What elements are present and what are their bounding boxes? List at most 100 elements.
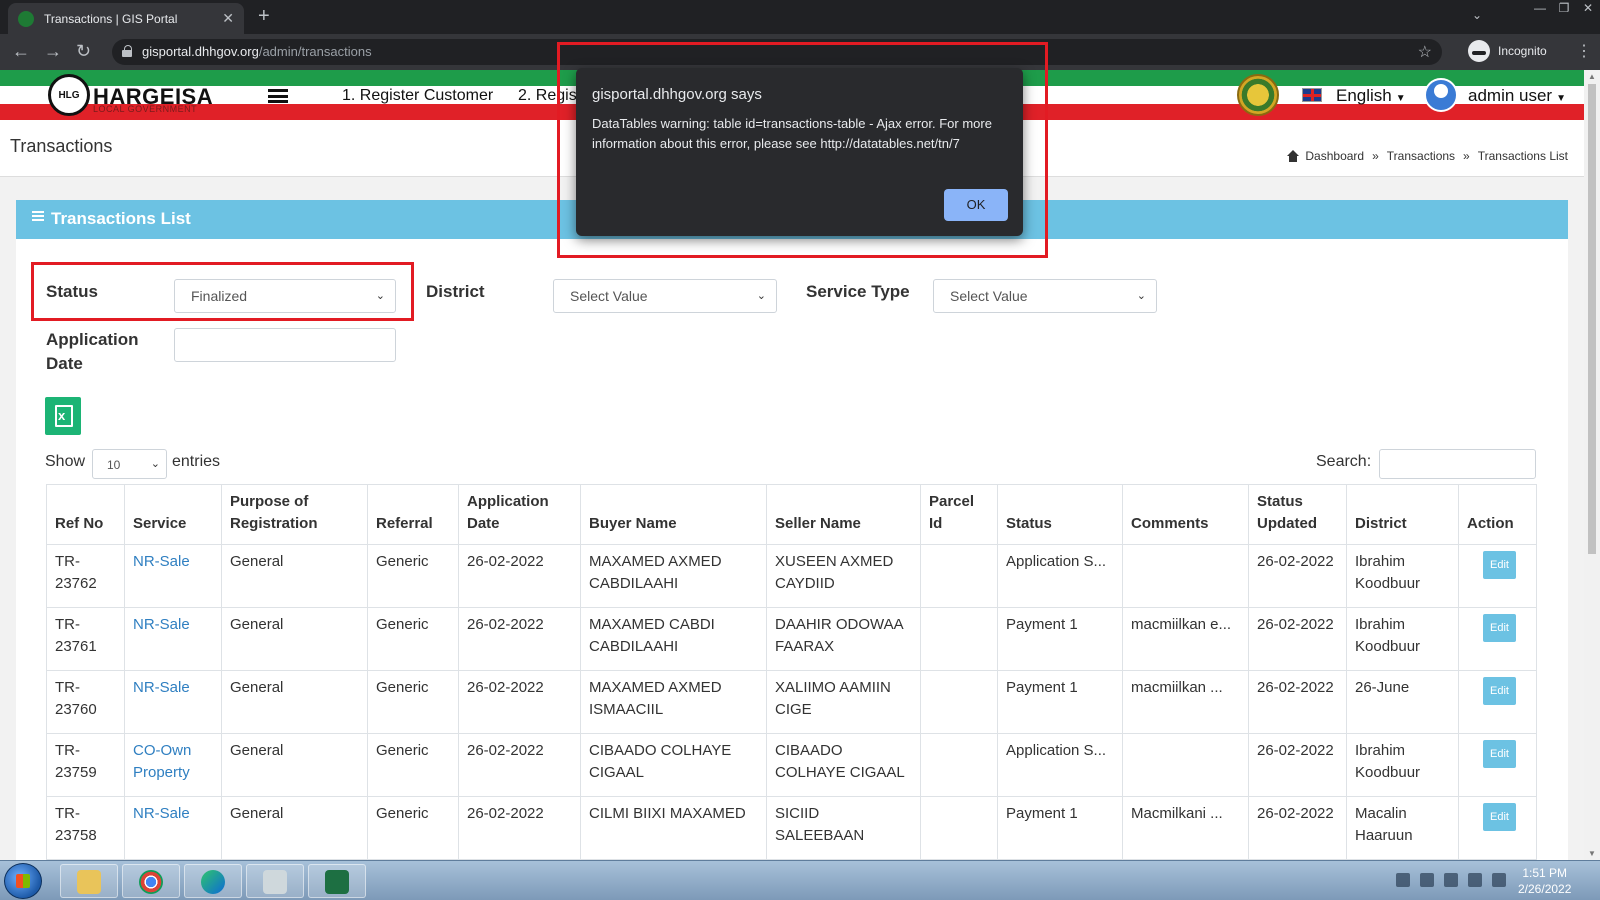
cell-status: Application S... — [997, 544, 1123, 608]
menu-toggle-icon[interactable] — [268, 89, 288, 103]
tab-title: Transactions | GIS Portal — [44, 11, 178, 26]
user-dropdown[interactable]: admin user ▼ — [1468, 86, 1566, 106]
edit-button[interactable]: Edit — [1483, 551, 1516, 579]
search-input[interactable] — [1379, 449, 1536, 479]
close-window-icon[interactable]: ✕ — [1576, 0, 1600, 18]
district-select[interactable]: Select Value ⌄ — [553, 279, 777, 313]
taskbar-clock[interactable]: 1:51 PM 2/26/2022 — [1518, 865, 1571, 897]
cell-status-updated: 26-02-2022 — [1248, 607, 1347, 671]
edit-button[interactable]: Edit — [1483, 677, 1516, 705]
table-row: TR-23758 NR-Sale General Generic 26-02-2… — [46, 796, 1537, 860]
reload-icon[interactable]: ↻ — [76, 41, 91, 62]
service-link[interactable]: NR-Sale — [133, 679, 190, 696]
forward-icon[interactable]: → — [44, 41, 62, 62]
back-icon[interactable]: ← — [12, 41, 30, 62]
cell-purpose: General — [221, 796, 368, 860]
scroll-down-icon: ▼ — [1588, 849, 1596, 858]
column-header-ref-no[interactable]: Ref No — [46, 484, 125, 545]
cell-parcel-id — [920, 796, 998, 860]
battery-icon[interactable] — [1444, 873, 1458, 887]
lock-icon — [122, 45, 132, 57]
table-row: TR-23761 NR-Sale General Generic 26-02-2… — [46, 607, 1537, 671]
chrome-taskbar-button[interactable] — [122, 864, 180, 898]
column-header-parcel-id[interactable]: Parcel Id — [920, 484, 998, 545]
cell-seller-name: XALIIMO AAMIIN CIGE — [766, 670, 921, 734]
window-controls: — ❐ ✕ — [1528, 0, 1600, 18]
logo-icon[interactable]: HLG — [48, 74, 90, 116]
minimize-icon[interactable]: — — [1528, 0, 1552, 18]
bookmark-star-icon[interactable]: ☆ — [1418, 42, 1432, 62]
cell-application-date: 26-02-2022 — [458, 607, 581, 671]
service-type-label: Service Type — [806, 282, 910, 301]
chevron-down-icon: ⌄ — [756, 290, 766, 302]
column-header-buyer-name[interactable]: Buyer Name — [580, 484, 767, 545]
browser-tab[interactable]: Transactions | GIS Portal ✕ — [8, 3, 244, 34]
tab-search-chevron-icon[interactable]: ⌄ — [1472, 8, 1482, 22]
edit-button[interactable]: Edit — [1483, 803, 1516, 831]
network-error-icon[interactable] — [1468, 873, 1482, 887]
menu-item-register-customer[interactable]: 1. Register Customer — [342, 87, 493, 105]
government-seal-icon — [1237, 74, 1279, 116]
cell-comments — [1122, 733, 1249, 797]
column-header-purpose[interactable]: Purpose of Registration — [221, 484, 368, 545]
service-link[interactable]: CO-Own Property — [133, 742, 191, 781]
cell-status-updated: 26-02-2022 — [1248, 670, 1347, 734]
signal-icon[interactable] — [1492, 873, 1506, 887]
cell-ref-no: TR-23761 — [46, 607, 125, 671]
service-type-select[interactable]: Select Value ⌄ — [933, 279, 1157, 313]
district-label: District — [426, 282, 485, 301]
volume-icon[interactable] — [1420, 873, 1434, 887]
application-date-input[interactable] — [174, 328, 396, 362]
column-header-status[interactable]: Status — [997, 484, 1123, 545]
cell-seller-name: XUSEEN AXMED CAYDIID — [766, 544, 921, 608]
restore-icon[interactable]: ❐ — [1552, 0, 1576, 18]
avatar[interactable] — [1424, 78, 1458, 112]
incognito-indicator[interactable]: Incognito — [1468, 40, 1547, 62]
cell-parcel-id — [920, 607, 998, 671]
new-tab-icon[interactable]: + — [258, 5, 270, 28]
cell-district: Ibrahim Koodbuur — [1346, 544, 1459, 608]
entries-label: entries — [172, 453, 221, 470]
cell-application-date: 26-02-2022 — [458, 670, 581, 734]
cell-status: Application S... — [997, 733, 1123, 797]
column-header-referral[interactable]: Referral — [367, 484, 459, 545]
column-header-seller-name[interactable]: Seller Name — [766, 484, 921, 545]
uk-flag-icon — [1302, 88, 1322, 102]
column-header-comments[interactable]: Comments — [1122, 484, 1249, 545]
column-header-status-updated[interactable]: Status Updated — [1248, 484, 1347, 545]
brand-subtitle: LOCAL GOVERNMENT — [93, 104, 198, 114]
cell-buyer-name: CIBAADO COLHAYE CIGAAL — [580, 733, 767, 797]
cell-comments: macmiilkan ... — [1122, 670, 1249, 734]
column-header-action: Action — [1458, 484, 1537, 545]
cell-ref-no: TR-23759 — [46, 733, 125, 797]
breadcrumb-dashboard[interactable]: Dashboard — [1305, 149, 1364, 163]
breadcrumb-transactions[interactable]: Transactions — [1387, 149, 1455, 163]
language-dropdown[interactable]: English ▼ — [1336, 86, 1406, 106]
column-header-district[interactable]: District — [1346, 484, 1459, 545]
service-link[interactable]: NR-Sale — [133, 616, 190, 633]
column-header-application-date[interactable]: Application Date — [458, 484, 581, 545]
dialog-highlight-box — [557, 42, 1048, 258]
browser-menu-icon[interactable]: ⋮ — [1576, 41, 1592, 61]
service-link[interactable]: NR-Sale — [133, 553, 190, 570]
breadcrumb: Dashboard » Transactions » Transactions … — [1287, 149, 1568, 163]
close-tab-icon[interactable]: ✕ — [222, 10, 234, 27]
service-link[interactable]: NR-Sale — [133, 805, 190, 822]
entries-length-select[interactable]: 10 ⌄ — [92, 449, 167, 479]
edit-button[interactable]: Edit — [1483, 740, 1516, 768]
incognito-icon — [1468, 40, 1490, 62]
page-scrollbar[interactable]: ▲ ▼ — [1584, 70, 1600, 860]
edge-taskbar-button[interactable] — [184, 864, 242, 898]
excel-taskbar-button[interactable] — [308, 864, 366, 898]
start-button[interactable] — [4, 863, 42, 899]
cell-ref-no: TR-23762 — [46, 544, 125, 608]
tray-arrow-icon[interactable] — [1396, 873, 1410, 887]
scrollbar-thumb[interactable] — [1588, 84, 1596, 554]
list-icon — [32, 211, 44, 221]
app-taskbar-button[interactable] — [246, 864, 304, 898]
chevron-down-icon: ⌄ — [1136, 290, 1146, 302]
edit-button[interactable]: Edit — [1483, 614, 1516, 642]
export-excel-button[interactable] — [45, 397, 81, 435]
column-header-service[interactable]: Service — [124, 484, 222, 545]
explorer-taskbar-button[interactable] — [60, 864, 118, 898]
